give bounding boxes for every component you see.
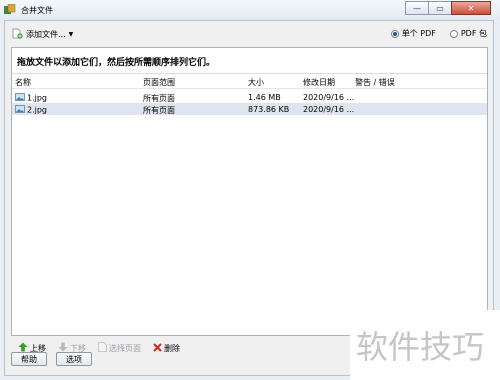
file-name: 1.jpg [27, 93, 48, 103]
file-list-panel[interactable]: 拖放文件以添加它们，然后按所需顺序排列它们。 名称 页面范围 大小 修改日期 警… [11, 47, 488, 353]
help-button[interactable]: 帮助 [11, 352, 47, 366]
table-row[interactable]: 1.jpg 所有页面 1.46 MB 2020/9/16 ... [12, 91, 487, 103]
modified-cell: 2020/9/16 ... [303, 105, 355, 114]
maximize-button[interactable]: ▭ [428, 1, 452, 15]
column-header-name[interactable]: 名称 [15, 77, 31, 88]
page-range-cell: 所有页面 [143, 106, 175, 115]
radio-pdf-portfolio-label: PDF 包 [460, 29, 487, 38]
add-files-label: 添加文件... [26, 30, 66, 39]
column-header-row: 名称 页面范围 大小 修改日期 警告 / 错误 [12, 73, 487, 89]
image-file-icon [15, 93, 25, 103]
modified-cell: 2020/9/16 ... [303, 93, 355, 102]
file-name-cell: 2.jpg [15, 105, 47, 115]
options-button[interactable]: 选项 [56, 352, 92, 366]
toolbar: 添加文件... ▼ 单个 PDF PDF 包 [5, 21, 493, 47]
radio-unchecked-icon [449, 29, 458, 38]
size-cell: 1.46 MB [248, 93, 281, 102]
image-file-icon [15, 105, 25, 115]
instruction-text: 拖放文件以添加它们，然后按所需顺序排列它们。 [17, 58, 216, 68]
output-type-group: 单个 PDF PDF 包 [377, 28, 487, 39]
radio-single-pdf-label: 单个 PDF [401, 29, 436, 38]
table-row[interactable]: 2.jpg 所有页面 873.86 KB 2020/9/16 ... [12, 103, 487, 115]
column-header-modified[interactable]: 修改日期 [303, 77, 335, 88]
watermark-overlay: 软件技巧 [350, 310, 500, 380]
file-name: 2.jpg [27, 105, 48, 115]
title-bar: 合并文件 — ▭ ✕ [0, 0, 500, 20]
app-icon [4, 3, 16, 15]
close-button[interactable]: ✕ [451, 1, 491, 15]
radio-checked-icon [390, 29, 399, 38]
radio-pdf-portfolio[interactable]: PDF 包 [449, 28, 487, 39]
column-header-page-range[interactable]: 页面范围 [143, 77, 175, 88]
window-title: 合并文件 [21, 6, 53, 15]
add-files-dropdown[interactable]: 添加文件... ▼ [12, 28, 73, 41]
size-cell: 873.86 KB [248, 105, 290, 114]
file-name-cell: 1.jpg [15, 93, 47, 103]
column-header-size[interactable]: 大小 [248, 77, 264, 88]
radio-single-pdf[interactable]: 单个 PDF [390, 28, 436, 39]
minimize-button[interactable]: — [405, 1, 429, 15]
add-file-icon [12, 28, 23, 41]
column-header-warnings[interactable]: 警告 / 错误 [355, 77, 395, 88]
chevron-down-icon: ▼ [68, 31, 74, 38]
watermark-text: 软件技巧 [356, 328, 485, 366]
